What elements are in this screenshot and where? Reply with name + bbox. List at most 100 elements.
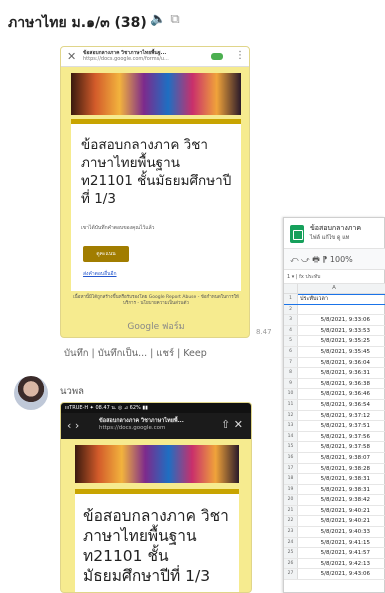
table-row[interactable]: 14 5/8/2021, 9:37:56 [284,431,385,443]
row-number: 3 [284,315,298,325]
shared-screenshot-2[interactable]: ıııTRUE-H ✦ 08.47 น. ◎ ⊿ 62% ▮▮ ‹ › ข้อส… [60,402,252,593]
cell-value[interactable]: 5/8/2021, 9:33:53 [300,326,370,336]
cell-value[interactable]: 5/8/2021, 9:36:04 [300,358,370,368]
cell-value[interactable]: 5/8/2021, 9:41:57 [300,548,370,558]
more-icon: ⋮ [235,50,245,61]
cell-value[interactable]: ประทับเวลา [300,294,370,304]
table-row[interactable]: 12 5/8/2021, 9:37:12 [284,410,385,422]
form-heading: ข้อสอบกลางภาค วิชาภาษาไทยพื้นฐาน ท21101 … [83,507,229,585]
cell-value[interactable]: 5/8/2021, 9:40:33 [300,527,370,537]
table-row[interactable]: 16 5/8/2021, 9:38:07 [284,452,385,464]
row-number: 22 [284,516,298,527]
chat-title[interactable]: ภาษาไทย ม.๑/๓ (38) [8,12,147,34]
table-row[interactable]: 6 5/8/2021, 9:35:45 [284,346,385,358]
table-row[interactable]: 10 5/8/2021, 9:36:46 [284,389,385,400]
row-number: 8 [284,368,298,378]
form-card: ข้อสอบกลางภาค วิชาภาษาไทยพื้นฐาน ท21101 … [71,119,241,291]
row-number: 15 [284,442,298,452]
corner-cell [284,284,298,294]
header-icons[interactable]: 🔈 ⧉ [150,12,180,27]
sheet-screenshot[interactable]: ข้อสอบกลางภาค ไฟล์ แก้ไข ดู แท ⤺ ⤻ 🖶 ⁋ 1… [283,217,385,593]
chat-header: ภาษาไทย ม.๑/๓ (38) 🔈 ⧉ [0,0,385,38]
table-row[interactable]: 24 5/8/2021, 9:41:15 [284,537,385,549]
row-number: 17 [284,463,298,474]
cell-value[interactable]: 5/8/2021, 9:37:58 [300,442,370,452]
form-footer: เนื้อหานี้มิได้ถูกสร้างขึ้นหรือรับรองโดย… [73,295,239,306]
share-icon: ⇧ ✕ [221,418,243,431]
table-row[interactable]: 21 5/8/2021, 9:40:21 [284,505,385,517]
cell-value[interactable]: 5/8/2021, 9:37:51 [300,421,370,431]
cell-value[interactable]: 5/8/2021, 9:43:06 [300,569,370,579]
cell-value[interactable]: 5/8/2021, 9:36:31 [300,368,370,378]
table-row[interactable]: 11 5/8/2021, 9:36:54 [284,399,385,411]
table-row[interactable]: 17 5/8/2021, 9:38:28 [284,463,385,475]
row-number: 6 [284,346,298,357]
sheet-toolbar: ⤺ ⤻ 🖶 ⁋ 100% [284,248,385,270]
sheet-title: ข้อสอบกลางภาค [310,224,362,232]
table-row[interactable]: 5 5/8/2021, 9:35:25 [284,336,385,347]
table-row[interactable]: 15 5/8/2021, 9:37:58 [284,442,385,453]
row-number: 14 [284,431,298,442]
table-row[interactable]: 27 5/8/2021, 9:43:06 [284,569,385,581]
cell-value[interactable]: 5/8/2021, 9:33:06 [300,315,370,325]
cell-value[interactable]: 5/8/2021, 9:38:31 [300,474,370,484]
cell-value[interactable]: 5/8/2021, 9:41:15 [300,538,370,548]
row-number: 19 [284,484,298,495]
row-number: 27 [284,569,298,580]
cell-value[interactable]: 5/8/2021, 9:40:21 [300,506,370,516]
avatar[interactable] [14,376,48,410]
cell-value[interactable]: 5/8/2021, 9:37:56 [300,432,370,442]
row-number: 23 [284,527,298,537]
table-row[interactable]: 22 5/8/2021, 9:40:21 [284,516,385,528]
url-text: https://docs.google.com [99,425,166,431]
cell-value[interactable]: 5/8/2021, 9:36:46 [300,389,370,399]
table-row[interactable]: 26 5/8/2021, 9:42:13 [284,558,385,570]
cell-value[interactable]: 5/8/2021, 9:35:25 [300,336,370,346]
table-row[interactable]: 19 5/8/2021, 9:38:31 [284,484,385,496]
cell-value[interactable]: 5/8/2021, 9:38:42 [300,495,370,505]
cell-value[interactable]: 5/8/2021, 9:36:54 [300,400,370,410]
browser-bar: ‹ › ข้อสอบกลางภาค วิชาภาษาไทยพื้... http… [61,413,251,439]
cell-value[interactable]: 5/8/2021, 9:35:45 [300,347,370,357]
row-number: 10 [284,389,298,399]
table-row[interactable]: 9 5/8/2021, 9:36:38 [284,378,385,390]
formula-bar: 1 ▾ | fx ประทับ [284,270,385,284]
row-number: 5 [284,336,298,346]
cell-value[interactable]: 5/8/2021, 9:40:21 [300,516,370,526]
column-header: A [284,284,385,294]
browser-url: ข้อสอบกลางภาค วิชาภาษาไทยพื้... https://… [99,418,217,432]
table-row[interactable]: 25 5/8/2021, 9:41:57 [284,548,385,559]
form-heading: ข้อสอบกลางภาค วิชาภาษาไทยพื้นฐาน ท21101 … [81,137,232,207]
row-number: 9 [284,378,298,389]
cell-value[interactable]: 5/8/2021, 9:38:28 [300,464,370,474]
message-time: 8.47 [256,328,272,336]
toggle-icon [211,53,223,60]
sheets-logo-icon [290,225,304,243]
shared-screenshot-1[interactable]: ✕ ข้อสอบกลางภาค วิชาภาษาไทยพื้นฐ... http… [60,46,250,338]
table-row[interactable]: 23 5/8/2021, 9:40:33 [284,527,385,538]
cell-value[interactable]: 5/8/2021, 9:42:13 [300,559,370,569]
table-row[interactable]: 13 5/8/2021, 9:37:51 [284,421,385,432]
table-row[interactable]: 18 5/8/2021, 9:38:31 [284,474,385,485]
table-row[interactable]: 4 5/8/2021, 9:33:53 [284,325,385,337]
table-row[interactable]: 8 5/8/2021, 9:36:31 [284,368,385,379]
browser-bar: ✕ ข้อสอบกลางภาค วิชาภาษาไทยพื้นฐ... http… [61,47,249,67]
image-actions[interactable]: บันทึก | บันทึกเป็น... | แชร์ | Keep [64,346,207,361]
close-icon: ✕ [67,50,77,63]
cell-value[interactable]: 5/8/2021, 9:37:12 [300,411,370,421]
table-row[interactable]: 7 5/8/2021, 9:36:04 [284,357,385,369]
submit-another-link: ส่งคำตอบอื่นอีก [83,271,117,277]
phone-status-bar: ıııTRUE-H ✦ 08.47 น. ◎ ⊿ 62% ▮▮ [61,403,251,413]
row-number: 7 [284,357,298,368]
table-row[interactable]: 20 5/8/2021, 9:38:42 [284,495,385,506]
toolbar-icons: ⤺ ⤻ 🖶 ⁋ 100% [290,255,353,264]
sender-name: นวพล [60,386,84,397]
row-number: 11 [284,399,298,410]
table-row[interactable]: 3 5/8/2021, 9:33:06 [284,315,385,326]
cell-value[interactable]: 5/8/2021, 9:38:31 [300,485,370,495]
table-row[interactable]: 1 ประทับเวลา [284,294,385,305]
table-row[interactable]: 2 [284,304,385,316]
row-number: 26 [284,558,298,569]
cell-value[interactable]: 5/8/2021, 9:36:38 [300,379,370,389]
cell-value[interactable]: 5/8/2021, 9:38:07 [300,453,370,463]
